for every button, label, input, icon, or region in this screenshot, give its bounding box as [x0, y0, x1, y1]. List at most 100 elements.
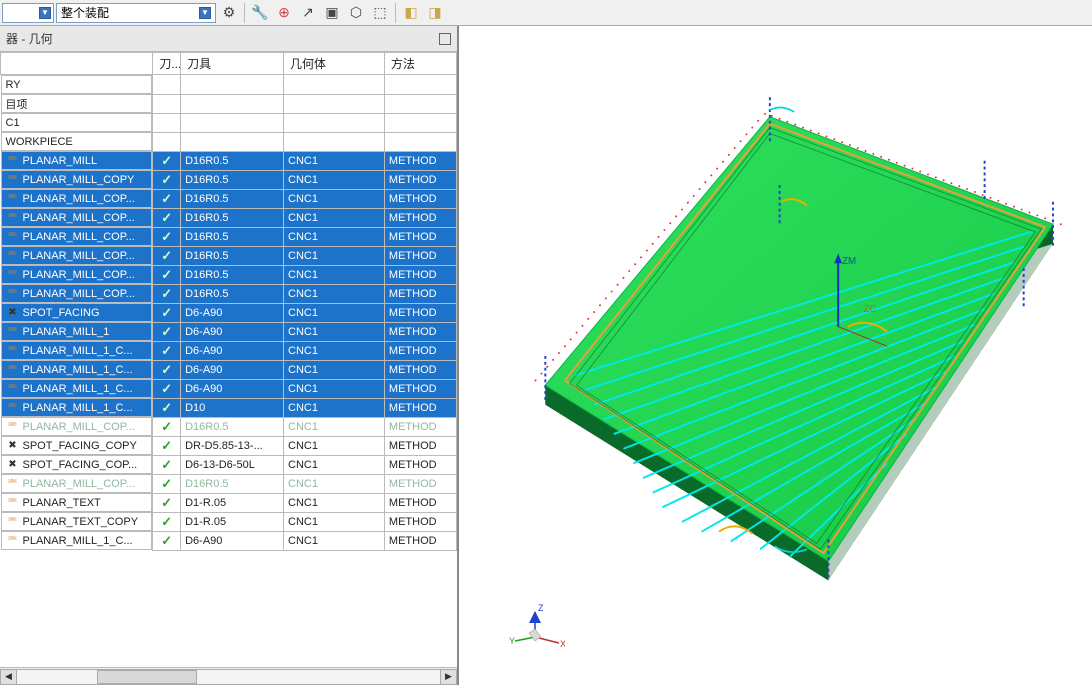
op-name-cell[interactable]: WORKPIECE — [1, 132, 153, 151]
table-row[interactable]: ⎃PLANAR_MILL_COPY✓D16R0.5CNC1METHOD — [1, 170, 457, 189]
op-name-cell[interactable]: ⎃PLANAR_MILL_1_C... — [1, 360, 153, 379]
table-row[interactable]: ✖SPOT_FACING_COPY✓DR-D5.85-13-...CNC1MET… — [1, 436, 457, 455]
operations-table[interactable]: 刀... 刀具 几何体 方法 RY目项C1WORKPIECE⎃PLANAR_MI… — [0, 52, 457, 551]
method-cell — [384, 75, 456, 95]
check-cell: ✓ — [153, 227, 181, 246]
op-name-cell[interactable]: C1 — [1, 113, 153, 132]
op-name-cell[interactable]: ⎃PLANAR_MILL_1_C... — [1, 531, 153, 550]
op-name: PLANAR_MILL_1 — [23, 326, 110, 338]
mill-icon: ⎃ — [6, 155, 20, 167]
table-row[interactable]: ⎃PLANAR_MILL_1_C...✓D6-A90CNC1METHOD — [1, 531, 457, 550]
col-method[interactable]: 方法 — [384, 53, 456, 75]
op-name-cell[interactable]: ⎃PLANAR_MILL_COPY — [1, 170, 153, 189]
op-name: SPOT_FACING — [23, 307, 100, 319]
table-row[interactable]: 目项 — [1, 94, 457, 113]
method-cell: METHOD — [384, 303, 456, 322]
table-row[interactable]: ⎃PLANAR_MILL✓D16R0.5CNC1METHOD — [1, 151, 457, 170]
table-row[interactable]: ⎃PLANAR_MILL_COP...✓D16R0.5CNC1METHOD — [1, 284, 457, 303]
method-cell: METHOD — [384, 189, 456, 208]
op-name-cell[interactable]: ✖SPOT_FACING — [1, 303, 153, 322]
op-name-cell[interactable]: ⎃PLANAR_MILL_COP... — [1, 284, 153, 303]
check-icon: ✓ — [161, 343, 172, 358]
table-row[interactable]: ⎃PLANAR_MILL_1✓D6-A90CNC1METHOD — [1, 322, 457, 341]
table-row[interactable]: ✖SPOT_FACING✓D6-A90CNC1METHOD — [1, 303, 457, 322]
3d-viewport[interactable]: ZM ZC X Y Z — [477, 26, 1092, 685]
op-name-cell[interactable]: 目项 — [1, 94, 153, 113]
table-row[interactable]: WORKPIECE — [1, 132, 457, 151]
scroll-left-icon[interactable]: ◀ — [0, 669, 17, 685]
table-row[interactable]: ⎃PLANAR_MILL_COP...✓D16R0.5CNC1METHOD — [1, 208, 457, 227]
table-row[interactable]: ⎃PLANAR_MILL_COP...✓D16R0.5CNC1METHOD — [1, 189, 457, 208]
op-name-cell[interactable]: ⎃PLANAR_MILL_COP... — [1, 265, 153, 284]
table-row[interactable]: ⎃PLANAR_MILL_COP...✓D16R0.5CNC1METHOD — [1, 474, 457, 493]
geometry-cell — [284, 94, 385, 113]
add-plus-icon[interactable]: ⊕ — [273, 2, 295, 24]
col-geometry[interactable]: 几何体 — [284, 53, 385, 75]
table-row[interactable]: ⎃PLANAR_MILL_COP...✓D16R0.5CNC1METHOD — [1, 417, 457, 436]
op-name-cell[interactable]: ⎃PLANAR_TEXT_COPY — [1, 512, 153, 531]
tool-cell — [181, 113, 284, 132]
assembly-dropdown[interactable]: 整个装配 ▼ — [56, 3, 216, 23]
geometry-cell: CNC1 — [284, 493, 385, 512]
op-name-cell[interactable]: ✖SPOT_FACING_COP... — [1, 455, 153, 474]
table-row[interactable]: C1 — [1, 113, 457, 132]
op-name: PLANAR_MILL_COP... — [23, 269, 135, 281]
tool-button-2[interactable]: 🔧 — [249, 2, 271, 24]
op-name-cell[interactable]: ⎃PLANAR_MILL_1_C... — [1, 398, 153, 417]
scroll-track[interactable] — [17, 669, 440, 685]
mill-icon: ⎃ — [6, 383, 20, 395]
table-row[interactable]: ⎃PLANAR_MILL_1_C...✓D6-A90CNC1METHOD — [1, 360, 457, 379]
geometry-cell: CNC1 — [284, 455, 385, 474]
tool-cell: D16R0.5 — [181, 417, 284, 436]
col-check[interactable]: 刀... — [153, 53, 181, 75]
small-dropdown[interactable]: ▼ — [2, 3, 54, 23]
op-name-cell[interactable]: ⎃PLANAR_MILL_COP... — [1, 246, 153, 265]
select-rect-icon[interactable]: ⬚ — [369, 2, 391, 24]
scroll-right-icon[interactable]: ▶ — [440, 669, 457, 685]
hex-icon[interactable]: ⬡ — [345, 2, 367, 24]
op-name-cell[interactable]: RY — [1, 75, 153, 94]
table-row[interactable]: ✖SPOT_FACING_COP...✓D6-13-D6-50LCNC1METH… — [1, 455, 457, 474]
op-name-cell[interactable]: ⎃PLANAR_MILL_COP... — [1, 189, 153, 208]
col-tool[interactable]: 刀具 — [181, 53, 284, 75]
op-name-cell[interactable]: ⎃PLANAR_MILL — [1, 151, 153, 170]
cube-solid-icon[interactable]: ◨ — [424, 2, 446, 24]
model-view[interactable]: ZM ZC — [477, 26, 1092, 685]
tool-button-1[interactable]: ⚙ — [218, 2, 240, 24]
cube-icon[interactable]: ◧ — [400, 2, 422, 24]
table-row[interactable]: RY — [1, 75, 457, 95]
table-row[interactable]: ⎃PLANAR_TEXT_COPY✓D1-R.05CNC1METHOD — [1, 512, 457, 531]
op-name-cell[interactable]: ⎃PLANAR_MILL_1_C... — [1, 379, 153, 398]
method-cell — [384, 132, 456, 151]
op-name-cell[interactable]: ⎃PLANAR_MILL_COP... — [1, 227, 153, 246]
table-row[interactable]: ⎃PLANAR_MILL_COP...✓D16R0.5CNC1METHOD — [1, 227, 457, 246]
op-name-cell[interactable]: ✖SPOT_FACING_COPY — [1, 436, 153, 455]
tool-button-5[interactable]: ▣ — [321, 2, 343, 24]
table-row[interactable]: ⎃PLANAR_MILL_1_C...✓D6-A90CNC1METHOD — [1, 341, 457, 360]
check-cell: ✓ — [153, 284, 181, 303]
table-row[interactable]: ⎃PLANAR_MILL_COP...✓D16R0.5CNC1METHOD — [1, 246, 457, 265]
table-row[interactable]: ⎃PLANAR_MILL_1_C...✓D10CNC1METHOD — [1, 398, 457, 417]
method-cell: METHOD — [384, 322, 456, 341]
col-name[interactable] — [1, 53, 153, 75]
op-name-cell[interactable]: ⎃PLANAR_MILL_COP... — [1, 417, 153, 436]
pin-icon[interactable] — [439, 33, 451, 45]
separator — [395, 3, 396, 23]
check-cell: ✓ — [153, 360, 181, 379]
view-triad[interactable]: X Y Z — [505, 597, 565, 657]
scroll-thumb[interactable] — [97, 670, 197, 684]
op-name-cell[interactable]: ⎃PLANAR_MILL_1_C... — [1, 341, 153, 360]
op-name-cell[interactable]: ⎃PLANAR_MILL_COP... — [1, 208, 153, 227]
mill-icon: ⎃ — [6, 250, 20, 262]
spot-icon: ✖ — [6, 459, 20, 471]
table-row[interactable]: ⎃PLANAR_MILL_COP...✓D16R0.5CNC1METHOD — [1, 265, 457, 284]
op-name-cell[interactable]: ⎃PLANAR_TEXT — [1, 493, 153, 512]
op-name-cell[interactable]: ⎃PLANAR_MILL_1 — [1, 322, 153, 341]
op-name-cell[interactable]: ⎃PLANAR_MILL_COP... — [1, 474, 153, 493]
horizontal-scrollbar[interactable]: ◀ ▶ — [0, 667, 457, 685]
check-icon: ✓ — [161, 457, 172, 472]
tool-button-4[interactable]: ↗ — [297, 2, 319, 24]
table-row[interactable]: ⎃PLANAR_MILL_1_C...✓D6-A90CNC1METHOD — [1, 379, 457, 398]
table-row[interactable]: ⎃PLANAR_TEXT✓D1-R.05CNC1METHOD — [1, 493, 457, 512]
op-name: PLANAR_MILL_COP... — [23, 231, 135, 243]
